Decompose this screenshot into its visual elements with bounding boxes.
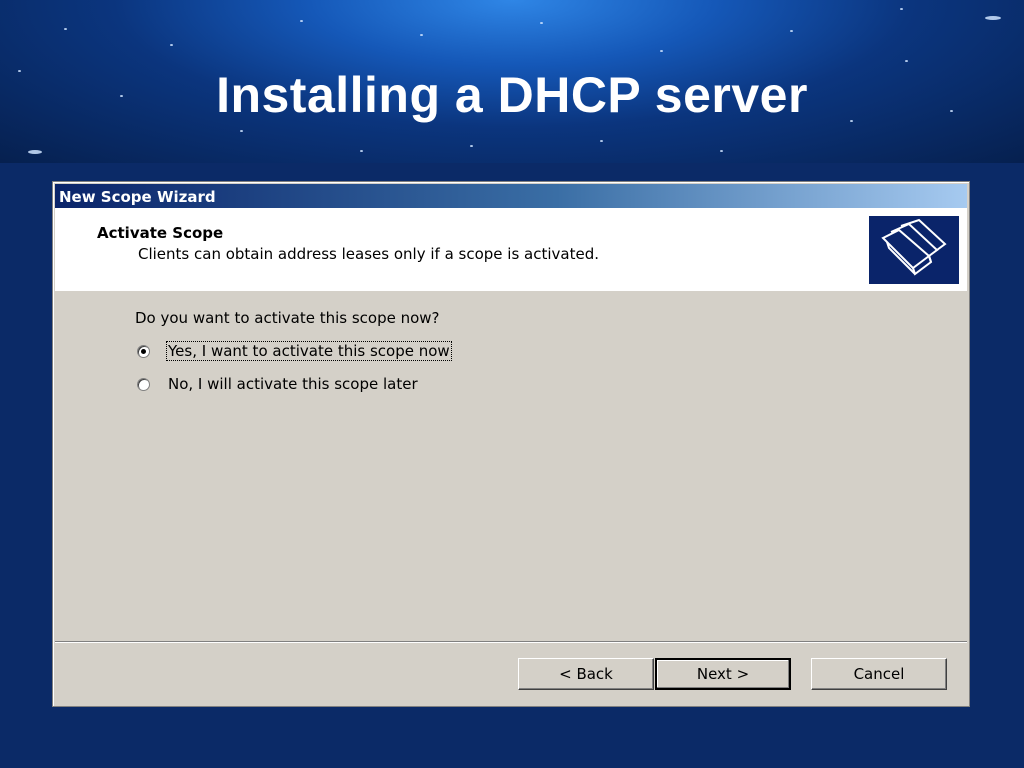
cancel-button[interactable]: Cancel xyxy=(811,658,947,690)
next-button[interactable]: Next > xyxy=(655,658,791,690)
slide-header: Installing a DHCP server xyxy=(0,0,1024,163)
radio-button-checked[interactable] xyxy=(137,344,150,358)
wizard-page-subtitle: Clients can obtain address leases only i… xyxy=(138,245,599,263)
radio-label-activate-later[interactable]: No, I will activate this scope later xyxy=(167,375,419,393)
header-divider xyxy=(55,290,967,291)
folders-wizard-icon xyxy=(869,216,959,284)
activation-question: Do you want to activate this scope now? xyxy=(135,309,440,327)
slide-title: Installing a DHCP server xyxy=(216,67,808,123)
footer-divider xyxy=(55,641,967,643)
new-scope-wizard-dialog: New Scope Wizard Activate Scope Clients … xyxy=(52,181,970,707)
radio-label-activate-now[interactable]: Yes, I want to activate this scope now xyxy=(166,341,452,361)
wizard-page-title: Activate Scope xyxy=(97,224,224,242)
back-button[interactable]: < Back xyxy=(518,658,654,690)
radio-button-unchecked[interactable] xyxy=(137,377,150,391)
dialog-title: New Scope Wizard xyxy=(59,188,216,206)
dialog-titlebar[interactable]: New Scope Wizard xyxy=(55,184,967,208)
wizard-header: Activate Scope Clients can obtain addres… xyxy=(55,208,967,291)
radio-activate-later[interactable]: No, I will activate this scope later xyxy=(137,374,419,394)
radio-activate-now[interactable]: Yes, I want to activate this scope now xyxy=(137,341,452,361)
